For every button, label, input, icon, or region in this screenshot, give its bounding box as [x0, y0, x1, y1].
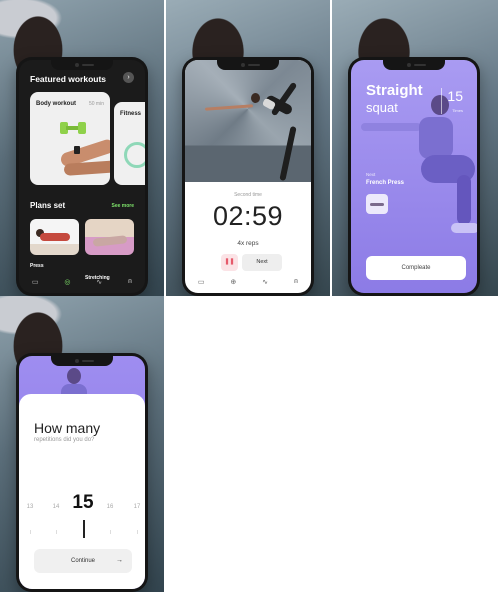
see-more-link[interactable]: See more — [111, 203, 134, 209]
calendar-icon[interactable]: ▭ — [198, 278, 205, 286]
ruler-tick — [110, 530, 111, 534]
notch — [217, 60, 279, 70]
question-title: How many — [34, 420, 101, 436]
ruler-tick — [137, 530, 138, 534]
rep-count: 15 — [447, 88, 463, 104]
target-icon[interactable]: ⊕ — [230, 278, 236, 286]
workout-card-body[interactable]: Body workout 50 min — [30, 92, 110, 185]
picker-value[interactable]: 16 — [107, 504, 114, 510]
divider — [441, 88, 442, 114]
ruler-indicator — [83, 520, 85, 538]
next-button[interactable]: Next — [242, 254, 282, 271]
complete-button[interactable]: Compleate — [366, 256, 466, 280]
screen-exercise: Straight squat 15 Times Next French Pres… — [351, 60, 477, 293]
dancer-standing-leg — [279, 125, 297, 182]
profile-icon[interactable]: ⍝ — [128, 278, 132, 286]
watch-icon — [74, 146, 80, 154]
notch — [51, 356, 113, 366]
next-arrow-button[interactable]: › — [123, 72, 134, 83]
workout-card-fitness[interactable]: Fitness — [114, 102, 145, 185]
timer-value: 02:59 — [212, 201, 284, 231]
cell-featured: Featured workouts › Body workout 50 min … — [0, 0, 164, 296]
mockup-collage: Featured workouts › Body workout 50 min … — [0, 0, 498, 592]
next-label: Next — [366, 172, 376, 177]
phone-frame: Second time 02:59 4x reps ❚❚ Next ▭ ⊕ ∿ … — [182, 57, 314, 296]
cell-timer: Second time 02:59 4x reps ❚❚ Next ▭ ⊕ ∿ … — [166, 0, 330, 296]
person-shin — [457, 175, 471, 225]
yoga-photo — [185, 60, 311, 182]
cell-repetitions: How many repetitions did you do? 13 14 1… — [0, 296, 164, 592]
featured-title: Featured workouts — [30, 74, 107, 84]
pause-button[interactable]: ❚❚ — [221, 254, 238, 271]
notch — [383, 60, 445, 70]
person-shoe — [451, 223, 477, 233]
reps-text: 4x reps — [237, 240, 259, 247]
picker-value[interactable]: 14 — [53, 504, 60, 510]
timer-label: Second time — [234, 192, 262, 198]
dumbbell-weight — [78, 122, 86, 134]
picker-selected-value[interactable]: 15 — [72, 492, 93, 514]
person-image — [40, 233, 70, 241]
cell-exercise: Straight squat 15 Times Next French Pres… — [332, 0, 498, 296]
exercise-subtitle: squat — [366, 100, 398, 115]
phone-frame: Straight squat 15 Times Next French Pres… — [348, 57, 480, 296]
arrow-right-icon: → — [116, 557, 123, 564]
screen-timer: Second time 02:59 4x reps ❚❚ Next ▭ ⊕ ∿ … — [185, 60, 311, 293]
exercise-title: Straight — [366, 82, 423, 99]
next-exercise-name: French Press — [366, 180, 405, 186]
rep-unit: Times — [452, 108, 463, 113]
notch — [51, 60, 113, 70]
plan-label-press: Press — [30, 263, 44, 269]
phone-frame: How many repetitions did you do? 13 14 1… — [16, 353, 148, 592]
activity-icon[interactable]: ∿ — [96, 278, 102, 286]
picker-value[interactable]: 17 — [134, 504, 141, 510]
target-icon[interactable]: ◎ — [64, 278, 70, 286]
bottom-sheet: How many repetitions did you do? 13 14 1… — [19, 394, 145, 589]
tab-bar: ▭ ⊕ ∿ ⍝ — [185, 271, 311, 293]
question-subtitle: repetitions did you do? — [34, 437, 95, 443]
person-arm — [361, 123, 421, 131]
dancer-head — [251, 93, 260, 103]
tab-bar: ▭ ◎ ∿ ⍝ — [19, 271, 145, 293]
card-title: Fitness — [120, 111, 142, 117]
profile-icon[interactable]: ⍝ — [294, 278, 298, 286]
next-exercise-thumb[interactable] — [366, 194, 388, 214]
repetition-picker[interactable]: 13 14 15 16 17 — [19, 488, 145, 538]
plan-thumb-press[interactable] — [30, 219, 79, 255]
screen-repetitions: How many repetitions did you do? 13 14 1… — [19, 356, 145, 589]
person-head — [431, 95, 449, 115]
activity-icon[interactable]: ∿ — [262, 278, 268, 286]
continue-button[interactable]: Continue → — [34, 549, 132, 573]
person-head — [67, 368, 81, 384]
phone-frame: Featured workouts › Body workout 50 min … — [16, 57, 148, 296]
plan-thumb-stretching[interactable] — [85, 219, 134, 255]
picker-value[interactable]: 13 — [27, 504, 34, 510]
person-image — [92, 235, 128, 247]
arm-image-lower — [63, 160, 110, 176]
ruler-tick — [56, 530, 57, 534]
card-title: Body workout — [36, 101, 76, 107]
calendar-icon[interactable]: ▭ — [32, 278, 39, 286]
screen-featured-workouts: Featured workouts › Body workout 50 min … — [19, 60, 145, 293]
card-duration: 50 min — [88, 101, 104, 107]
dancer-arm — [204, 104, 254, 111]
hoop-image — [124, 142, 145, 168]
person-body — [419, 117, 453, 159]
ruler-tick — [30, 530, 31, 534]
plans-title: Plans set — [30, 201, 66, 210]
